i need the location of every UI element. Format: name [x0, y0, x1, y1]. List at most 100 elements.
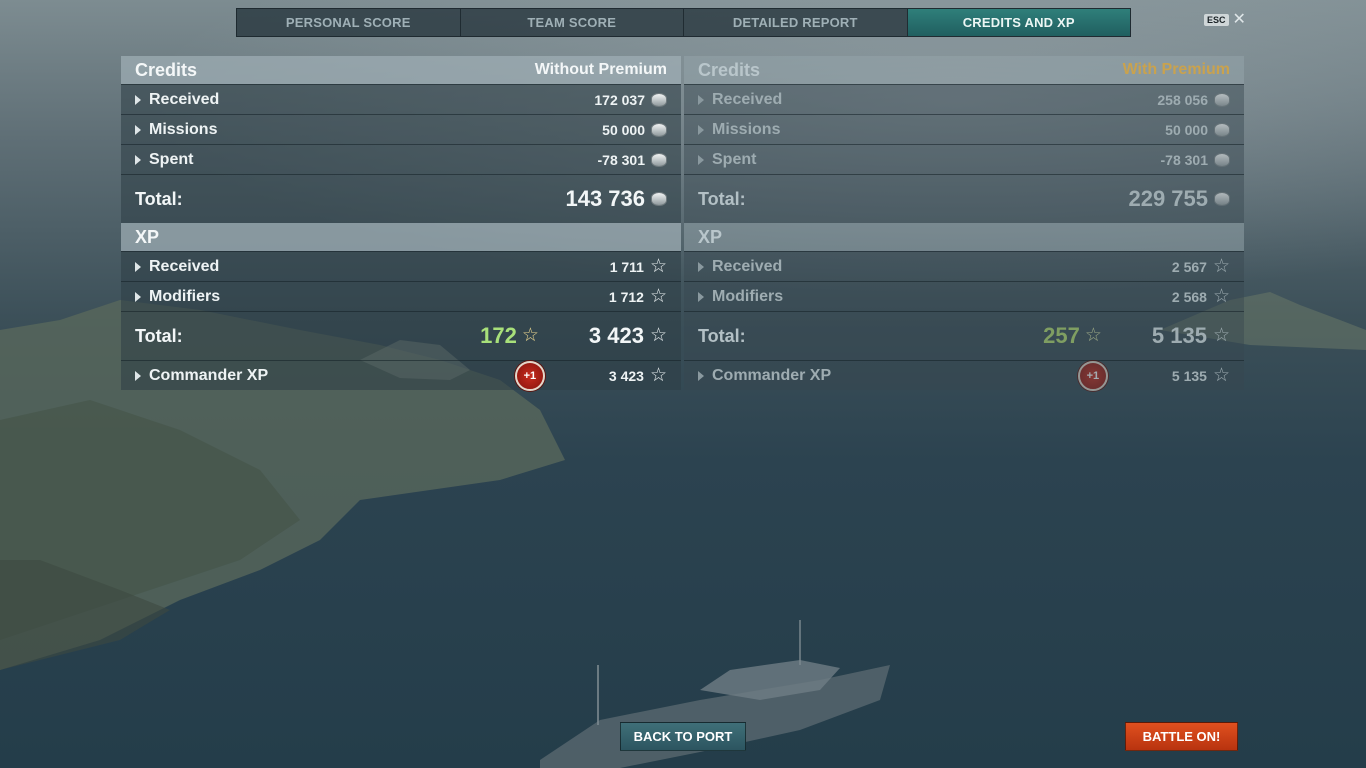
xp-row-modifiers[interactable]: Modifiers 2 568 ☆	[684, 281, 1244, 311]
xp-total-value: 3 423	[588, 323, 644, 348]
caret-right-icon	[698, 94, 704, 105]
credits-coin-icon	[1214, 122, 1230, 137]
star-icon: ☆	[1084, 325, 1102, 346]
credits-coin-icon	[651, 152, 667, 167]
row-value: -78 301	[1160, 151, 1208, 168]
xp-title: XP	[698, 226, 723, 247]
row-value: -78 301	[597, 151, 645, 168]
star-icon: ☆	[521, 325, 539, 346]
credits-title: Credits	[698, 59, 761, 80]
xp-total-value: 5 135	[1151, 323, 1207, 348]
star-icon: ☆	[1212, 364, 1230, 386]
credits-header: Credits With Premium	[684, 56, 1244, 84]
row-label: Spent	[149, 150, 194, 168]
tab-detailed-report[interactable]: DETAILED REPORT	[684, 9, 908, 36]
caret-right-icon	[698, 154, 704, 165]
commander-xp-value: 5 135	[1171, 367, 1207, 384]
tab-team-score[interactable]: TEAM SCORE	[461, 9, 684, 36]
plus-one-badge: +1	[514, 360, 545, 391]
row-label: Missions	[712, 120, 781, 138]
close-icon[interactable]: ✕	[1233, 12, 1246, 28]
credits-coin-icon	[651, 122, 667, 137]
row-value: 1 711	[609, 258, 644, 275]
credits-total-value: 229 755	[1128, 186, 1208, 211]
bonus-xp-value: 172	[480, 323, 517, 348]
panel-without-premium: Credits Without Premium Received 172 037…	[121, 56, 681, 391]
row-label: Received	[712, 90, 783, 108]
caret-right-icon	[135, 94, 141, 105]
credits-total-row: Total: 143 736	[121, 174, 681, 223]
star-icon: ☆	[649, 325, 667, 346]
row-label: Commander XP	[149, 366, 269, 384]
credits-row-received[interactable]: Received 172 037	[121, 84, 681, 114]
xp-title: XP	[135, 226, 160, 247]
close-button[interactable]: ESC ✕	[1204, 12, 1246, 28]
row-value: 258 056	[1157, 91, 1208, 108]
row-label: Received	[149, 257, 220, 275]
row-value: 50 000	[602, 121, 645, 138]
premium-mode-label: Without Premium	[534, 61, 667, 78]
row-value: 2 567	[1171, 258, 1207, 275]
star-icon: ☆	[1212, 255, 1230, 277]
credits-row-spent[interactable]: Spent -78 301	[121, 144, 681, 174]
star-icon: ☆	[1212, 285, 1230, 307]
commander-xp-row[interactable]: Commander XP +1 5 135 ☆	[684, 360, 1244, 391]
back-to-port-button[interactable]: BACK TO PORT	[620, 722, 746, 751]
caret-right-icon	[135, 124, 141, 135]
battle-on-button[interactable]: BATTLE ON!	[1125, 722, 1238, 751]
credits-coin-icon	[1214, 192, 1230, 206]
star-icon: ☆	[649, 255, 667, 277]
xp-header: XP	[121, 223, 681, 251]
caret-right-icon	[135, 370, 141, 381]
row-label: Spent	[712, 150, 757, 168]
credits-total-value: 143 736	[565, 186, 645, 211]
row-label: Missions	[149, 120, 218, 138]
tab-personal-score[interactable]: PERSONAL SCORE	[237, 9, 461, 36]
tab-credits-and-xp[interactable]: CREDITS AND XP	[907, 9, 1130, 36]
star-icon: ☆	[649, 285, 667, 307]
credits-coin-icon	[1214, 152, 1230, 167]
row-label: Modifiers	[149, 287, 221, 305]
commander-xp-row[interactable]: Commander XP +1 3 423 ☆	[121, 360, 681, 391]
results-tabs: PERSONAL SCORE TEAM SCORE DETAILED REPOR…	[236, 8, 1131, 37]
commander-xp-value: 3 423	[608, 367, 644, 384]
credits-row-received[interactable]: Received 258 056	[684, 84, 1244, 114]
caret-right-icon	[135, 291, 141, 302]
caret-right-icon	[698, 370, 704, 381]
xp-row-received[interactable]: Received 2 567 ☆	[684, 251, 1244, 281]
xp-total-row: Total: 172 ☆ 3 423 ☆	[121, 311, 681, 360]
total-label: Total:	[698, 188, 746, 209]
xp-row-received[interactable]: Received 1 711 ☆	[121, 251, 681, 281]
bonus-xp-value: 257	[1043, 323, 1080, 348]
xp-total-row: Total: 257 ☆ 5 135 ☆	[684, 311, 1244, 360]
caret-right-icon	[698, 261, 704, 272]
row-value: 50 000	[1165, 121, 1208, 138]
row-value: 172 037	[594, 91, 645, 108]
star-icon: ☆	[649, 364, 667, 386]
credits-row-missions[interactable]: Missions 50 000	[121, 114, 681, 144]
credits-row-missions[interactable]: Missions 50 000	[684, 114, 1244, 144]
credits-coin-icon	[651, 192, 667, 206]
premium-mode-label: With Premium	[1122, 61, 1230, 78]
row-label: Modifiers	[712, 287, 784, 305]
total-label: Total:	[135, 188, 183, 209]
caret-right-icon	[698, 291, 704, 302]
row-value: 2 568	[1171, 288, 1207, 305]
credits-title: Credits	[135, 59, 198, 80]
panel-with-premium: Credits With Premium Received 258 056 Mi…	[684, 56, 1244, 391]
star-icon: ☆	[1212, 325, 1230, 346]
row-label: Received	[712, 257, 783, 275]
credits-coin-icon	[651, 92, 667, 107]
caret-right-icon	[135, 154, 141, 165]
credits-row-spent[interactable]: Spent -78 301	[684, 144, 1244, 174]
xp-header: XP	[684, 223, 1244, 251]
credits-header: Credits Without Premium	[121, 56, 681, 84]
total-label: Total:	[135, 325, 183, 346]
row-value: 1 712	[608, 288, 644, 305]
plus-one-badge: +1	[1077, 360, 1108, 391]
xp-row-modifiers[interactable]: Modifiers 1 712 ☆	[121, 281, 681, 311]
caret-right-icon	[135, 261, 141, 272]
caret-right-icon	[698, 124, 704, 135]
row-label: Commander XP	[712, 366, 832, 384]
total-label: Total:	[698, 325, 746, 346]
